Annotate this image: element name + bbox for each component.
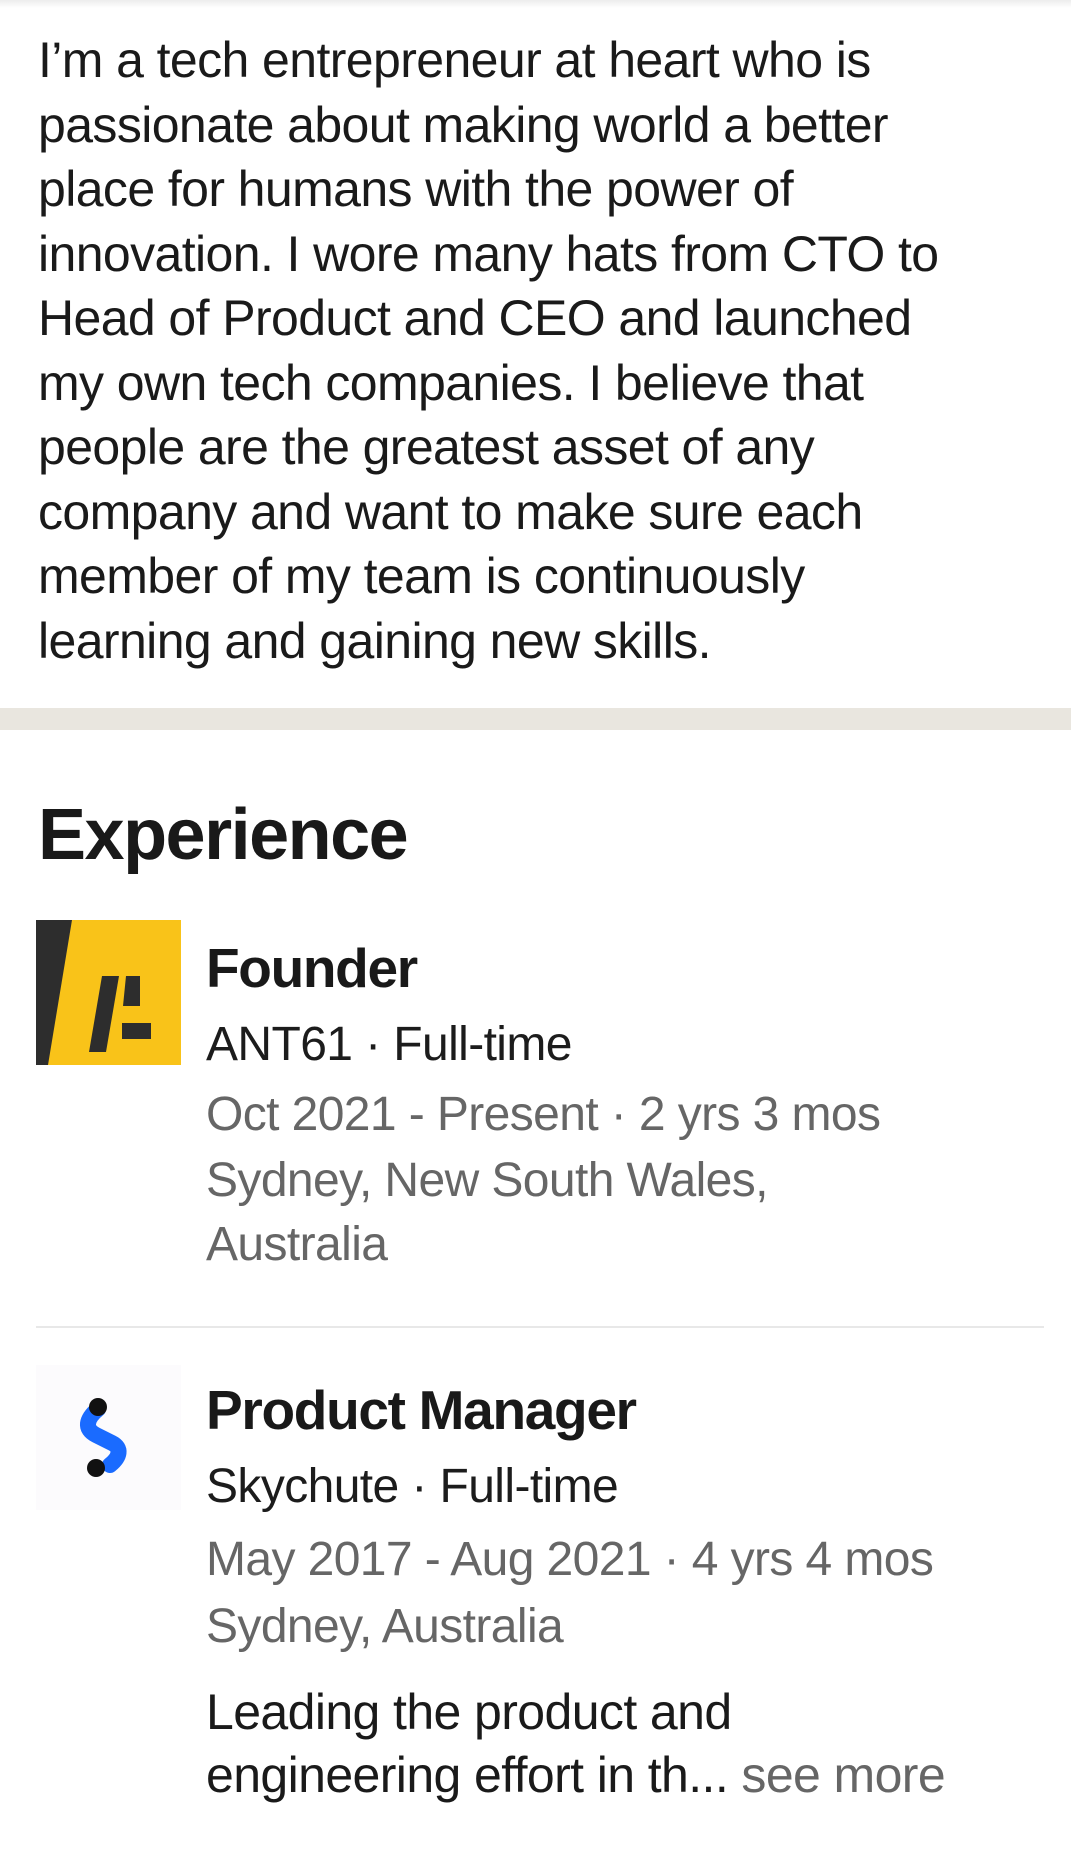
about-text: I’m a tech entrepreneur at heart who is …: [38, 28, 1038, 673]
skychute-logo-icon[interactable]: [36, 1365, 181, 1510]
about-line: my own tech companies. I believe that: [38, 354, 864, 411]
company-line: Skychute · Full-time: [206, 1460, 619, 1513]
ant61-logo-icon[interactable]: [36, 920, 181, 1065]
description-line: engineering effort in th... see more: [206, 1744, 1056, 1807]
date-range: Oct 2021 - Present · 2 yrs 3 mos: [206, 1088, 881, 1141]
job-description: Leading the product and engineering effo…: [206, 1681, 1056, 1807]
about-line: people are the greatest asset of any: [38, 419, 815, 475]
description-text: engineering effort in th...: [206, 1747, 729, 1803]
about-line: innovation. I wore many hats from CTO to: [38, 225, 939, 282]
company-line: ANT61 · Full-time: [206, 1018, 572, 1071]
see-more-link[interactable]: see more: [728, 1747, 945, 1803]
about-line: company and want to make sure each: [38, 483, 863, 540]
location-line: Sydney, Australia: [206, 1600, 564, 1653]
section-divider: [0, 708, 1071, 730]
date-range: May 2017 - Aug 2021 · 4 yrs 4 mos: [206, 1533, 934, 1586]
description-line: Leading the product and: [206, 1684, 732, 1740]
location-line: Australia: [206, 1218, 388, 1271]
entry-divider: [36, 1326, 1044, 1328]
about-line: passionate about making world a better: [38, 96, 889, 153]
job-title[interactable]: Founder: [206, 928, 1056, 1008]
about-line: place for humans with the power of: [38, 161, 794, 217]
about-line: Head of Product and CEO and launched: [38, 290, 912, 346]
job-title[interactable]: Product Manager: [206, 1370, 1056, 1450]
about-line: I’m a tech entrepreneur at heart who is: [38, 32, 871, 88]
about-line: member of my team is continuously: [38, 548, 805, 604]
top-edge: [0, 0, 1071, 8]
experience-heading: Experience: [38, 795, 409, 875]
about-line: learning and gaining new skills.: [38, 612, 711, 669]
location-line: Sydney, New South Wales,: [206, 1154, 768, 1207]
